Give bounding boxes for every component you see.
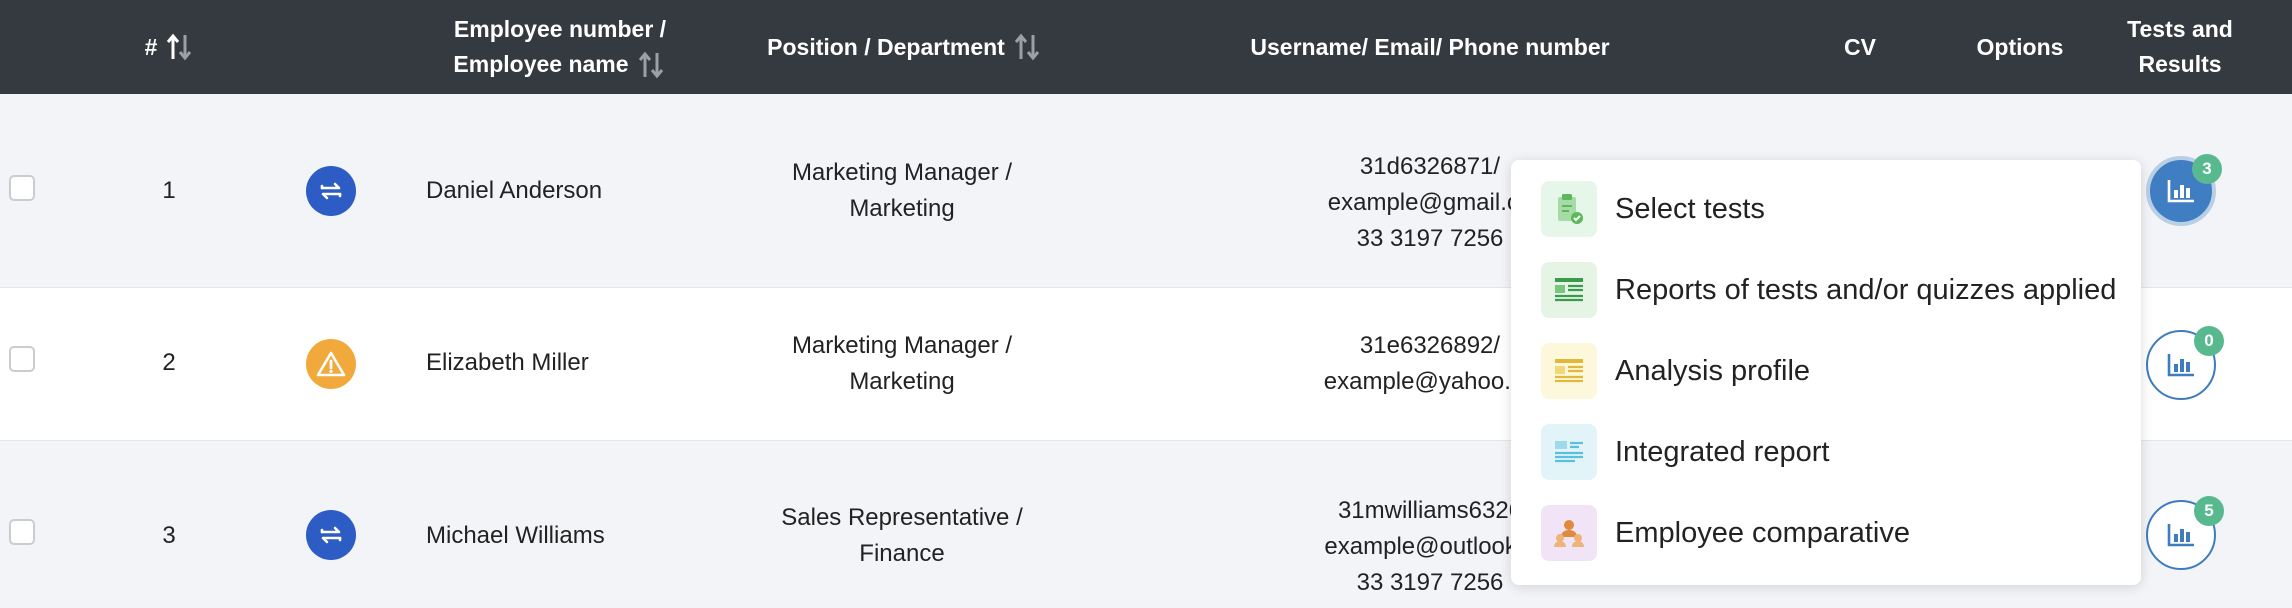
employee-name: Michael Williams: [426, 522, 605, 549]
tests-results-button[interactable]: 5: [2146, 496, 2224, 570]
row-checkbox[interactable]: [9, 175, 35, 201]
results-count-badge: 5: [2194, 496, 2224, 526]
menu-item-label: Reports of tests and/or quizzes applied: [1615, 273, 2117, 306]
header-employee-line1: Employee number /: [453, 16, 667, 42]
row-number: 1: [162, 177, 176, 204]
row-number: 2: [162, 349, 176, 376]
position-department: Marketing Manager / Marketing: [760, 328, 1044, 400]
integrated-report-icon: [1541, 424, 1597, 480]
header-tests-line1: Tests and: [2127, 16, 2233, 42]
row-checkbox[interactable]: [9, 519, 35, 545]
position-line: Marketing Manager /: [791, 159, 1013, 186]
header-employee-line2: Employee name: [453, 51, 629, 77]
menu-item-label: Select tests: [1615, 192, 1765, 225]
results-count-badge: 0: [2194, 326, 2224, 356]
table-header: # Employee number / Employee name Positi…: [0, 0, 2292, 94]
menu-item-label: Analysis profile: [1615, 354, 1811, 387]
department-line: Finance: [859, 540, 945, 567]
position-line: Sales Representative /: [781, 504, 1023, 531]
sort-icon[interactable]: [1013, 33, 1043, 61]
menu-item-employee-comparative[interactable]: Employee comparative: [1541, 504, 1910, 562]
row-number: 3: [162, 522, 176, 549]
bar-chart-icon: [2167, 354, 2194, 377]
sort-icon[interactable]: [165, 33, 195, 61]
header-number-label: #: [144, 33, 158, 60]
header-tests-results: Tests and Results: [2120, 0, 2240, 94]
header-contact: Username/ Email/ Phone number: [1220, 0, 1640, 94]
header-employee[interactable]: Employee number / Employee name: [430, 0, 690, 94]
header-position-label: Position / Department: [767, 33, 1005, 60]
clipboard-check-icon: [1541, 181, 1597, 237]
header-cv-label: CV: [1844, 33, 1876, 60]
menu-item-label: Integrated report: [1615, 435, 1830, 468]
bar-chart-icon: [2167, 524, 2194, 547]
report-icon: [1541, 262, 1597, 318]
analysis-icon: [1541, 343, 1597, 399]
menu-item-label: Employee comparative: [1615, 516, 1910, 549]
position-department: Sales Representative / Finance: [760, 500, 1044, 572]
tests-options-menu: Select tests Reports of tests and/or qui…: [1511, 160, 2141, 585]
header-options: Options: [1960, 0, 2080, 94]
header-options-label: Options: [1976, 33, 2064, 60]
menu-item-select-tests[interactable]: Select tests: [1541, 180, 1765, 238]
department-line: Marketing: [849, 368, 955, 395]
header-tests-line2: Results: [2138, 51, 2222, 77]
transfer-icon[interactable]: [306, 510, 356, 560]
department-line: Marketing: [849, 195, 955, 222]
position-department: Marketing Manager / Marketing: [760, 155, 1044, 227]
row-checkbox[interactable]: [9, 346, 35, 372]
menu-item-analysis-profile[interactable]: Analysis profile: [1541, 342, 1810, 400]
transfer-icon[interactable]: [306, 166, 356, 216]
employee-name: Daniel Anderson: [426, 177, 603, 204]
sort-icon[interactable]: [637, 51, 667, 79]
header-contact-label: Username/ Email/ Phone number: [1250, 33, 1610, 60]
bar-chart-icon: [2167, 180, 2194, 203]
tests-results-button[interactable]: 0: [2146, 326, 2224, 400]
header-number[interactable]: #: [120, 0, 220, 94]
header-position[interactable]: Position / Department: [740, 0, 1070, 94]
employee-name: Elizabeth Miller: [426, 349, 589, 376]
results-count-badge: 3: [2192, 154, 2222, 184]
comparative-icon: [1541, 505, 1597, 561]
warning-icon[interactable]: [306, 339, 356, 389]
menu-item-reports[interactable]: Reports of tests and/or quizzes applied: [1541, 261, 2116, 319]
tests-results-button[interactable]: 3: [2146, 154, 2222, 226]
header-cv: CV: [1820, 0, 1900, 94]
position-line: Marketing Manager /: [791, 332, 1013, 359]
menu-item-integrated-report[interactable]: Integrated report: [1541, 423, 1829, 481]
